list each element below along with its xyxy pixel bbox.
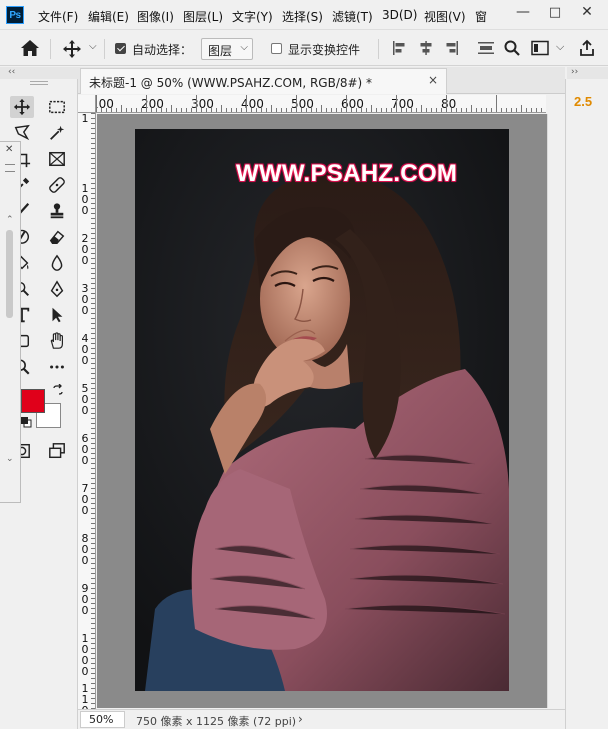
ruler-tick-label: 1 bbox=[81, 113, 89, 125]
minimize-button[interactable]: — bbox=[508, 0, 538, 24]
ruler-tick-label: 8 0 0 bbox=[81, 532, 89, 567]
ruler-tick-label: 7 0 0 bbox=[81, 482, 89, 517]
auto-select-target-dropdown[interactable]: 图层 ⌵ bbox=[201, 38, 253, 60]
close-icon[interactable]: ✕ bbox=[5, 144, 13, 155]
search-icon[interactable] bbox=[503, 39, 521, 60]
tool-preset-chevron-icon[interactable]: ⌵ bbox=[89, 41, 97, 52]
ruler-tick-label: 4 0 0 bbox=[81, 332, 89, 367]
frame-tool-icon[interactable] bbox=[45, 148, 69, 170]
pen-tool-icon[interactable] bbox=[45, 278, 69, 300]
document-tab-bar: 未标题-1 @ 50% (WWW.PSAHZ.COM, RGB/8#) * × bbox=[78, 67, 565, 94]
home-icon[interactable] bbox=[20, 39, 40, 60]
menu-item[interactable]: 3D(D) bbox=[382, 8, 417, 22]
photoshop-app-icon[interactable]: Ps bbox=[6, 6, 24, 24]
ruler-tick-label: 3 0 0 bbox=[81, 282, 89, 317]
canvas-vertical-scrollbar[interactable] bbox=[547, 114, 565, 708]
blur-tool-icon[interactable] bbox=[45, 252, 69, 274]
ruler-tick-label: 5 0 0 bbox=[81, 382, 89, 417]
share-icon[interactable] bbox=[578, 39, 596, 60]
swap-colors-icon[interactable] bbox=[52, 383, 64, 399]
right-panel-collapse-toggle[interactable]: ›› bbox=[567, 67, 608, 79]
workspace-chevron-icon[interactable]: ⌵ bbox=[556, 40, 564, 54]
right-panel-dock: 2.5 bbox=[565, 79, 608, 729]
document-canvas[interactable] bbox=[135, 129, 509, 691]
toolbar-collapse-toggle[interactable]: ‹‹ bbox=[0, 67, 78, 79]
menu-item[interactable]: 滤镜(T) bbox=[332, 8, 373, 25]
workspace-icon[interactable] bbox=[531, 40, 549, 59]
menu-item[interactable]: 视图(V) bbox=[424, 8, 466, 25]
move-tool-icon[interactable] bbox=[10, 96, 34, 118]
auto-select-target-value: 图层 bbox=[208, 44, 233, 58]
menu-item[interactable]: 选择(S) bbox=[282, 8, 323, 25]
auto-select-checkbox[interactable] bbox=[115, 43, 126, 54]
collapsed-panel-strip: ✕ ⌃ ⌄ bbox=[0, 141, 21, 503]
distribute-icon[interactable] bbox=[477, 40, 495, 59]
ruler-origin[interactable] bbox=[78, 95, 96, 113]
marquee-tool-icon[interactable] bbox=[45, 96, 69, 118]
ruler-tick-label: 1 0 0 bbox=[81, 182, 89, 217]
align-left-icon[interactable] bbox=[392, 40, 408, 59]
document-tab-title: 未标题-1 @ 50% (WWW.PSAHZ.COM, RGB/8#) * bbox=[89, 76, 373, 90]
clone-stamp-tool-icon[interactable] bbox=[45, 200, 69, 222]
move-tool-preset-icon[interactable] bbox=[62, 39, 82, 62]
document-info: 750 像素 x 1125 像素 (72 ppi) bbox=[136, 715, 297, 728]
maximize-button[interactable]: □ bbox=[540, 0, 570, 24]
zoom-level-field[interactable]: 50% bbox=[80, 711, 125, 728]
horizontal-ruler[interactable]: 00010020030040050060070080 bbox=[96, 95, 546, 113]
menu-item[interactable]: 编辑(E) bbox=[88, 8, 129, 25]
show-transform-controls-checkbox[interactable] bbox=[271, 43, 282, 54]
align-horizontal-center-icon[interactable] bbox=[418, 40, 434, 59]
path-selection-tool-icon[interactable] bbox=[45, 304, 69, 326]
watermark-text-layer[interactable]: WWW.PSAHZ.COM bbox=[236, 160, 457, 188]
close-window-button[interactable]: ✕ bbox=[572, 0, 602, 24]
default-colors-icon[interactable] bbox=[20, 416, 32, 431]
ruler-tick-label: 1 1 0 0 bbox=[81, 682, 89, 709]
ruler-tick-label: 2 0 0 bbox=[81, 232, 89, 267]
chevron-down-icon: ⌵ bbox=[240, 42, 248, 53]
healing-brush-tool-icon[interactable] bbox=[45, 174, 69, 196]
scroll-down-icon[interactable]: ⌄ bbox=[6, 454, 14, 464]
menu-bar: Ps 文件(F) 编辑(E) 图像(I) 图层(L) 文字(Y) 选择(S) 滤镜(T) 3D… bbox=[0, 0, 608, 30]
portrait-photo bbox=[135, 129, 509, 691]
screen-mode-icon[interactable] bbox=[45, 440, 69, 462]
auto-select-label: 自动选择： bbox=[132, 43, 193, 57]
menu-item[interactable]: 图层(L) bbox=[183, 8, 223, 25]
eraser-tool-icon[interactable] bbox=[45, 226, 69, 248]
magic-wand-tool-icon[interactable] bbox=[45, 122, 69, 144]
chevron-right-icon[interactable]: › bbox=[298, 712, 303, 726]
ruler-tick-label: 6 0 0 bbox=[81, 432, 89, 467]
menu-item[interactable]: 图像(I) bbox=[137, 8, 174, 25]
scroll-up-icon[interactable]: ⌃ bbox=[6, 215, 14, 225]
hand-tool-icon[interactable] bbox=[45, 330, 69, 352]
ruler-tick-label: 1 0 0 0 bbox=[81, 632, 89, 678]
document-tab[interactable]: 未标题-1 @ 50% (WWW.PSAHZ.COM, RGB/8#) * × bbox=[80, 68, 447, 94]
align-right-icon[interactable] bbox=[443, 40, 459, 59]
menu-item[interactable]: 文件(F) bbox=[38, 8, 78, 25]
options-bar: ⌵ 自动选择： 图层 ⌵ 显示变换控件 ⌵ bbox=[0, 31, 608, 66]
more-tools-icon[interactable] bbox=[45, 356, 69, 378]
menu-item[interactable]: 窗 bbox=[475, 8, 487, 25]
ruler-tick-label: 9 0 0 bbox=[81, 582, 89, 617]
toolbar-grip[interactable] bbox=[30, 81, 48, 85]
ruler-tick-label: 80 bbox=[441, 97, 457, 111]
menu-item[interactable]: 文字(Y) bbox=[232, 8, 273, 25]
panel-scrollbar[interactable] bbox=[6, 230, 13, 318]
vertical-ruler[interactable]: 1 1 0 0 2 0 0 3 0 0 4 0 0 5 0 0 6 0 0 7 0 0 8 0 … bbox=[78, 113, 96, 709]
panel-menu-icon[interactable] bbox=[5, 164, 15, 172]
foreground-color-swatch[interactable] bbox=[21, 389, 45, 413]
panel-value-readout: 2.5 bbox=[574, 94, 593, 109]
show-transform-controls-label: 显示变换控件 bbox=[288, 43, 361, 57]
status-bar: 50% 750 像素 x 1125 像素 (72 ppi) › bbox=[78, 709, 565, 729]
close-document-icon[interactable]: × bbox=[428, 73, 438, 87]
